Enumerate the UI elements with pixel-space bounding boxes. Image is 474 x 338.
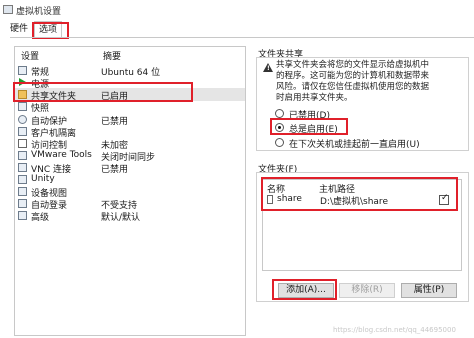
tab-hardware[interactable]: 硬件 [6, 21, 32, 37]
folder-properties-button[interactable]: 属性(P) [401, 283, 457, 298]
radio-disabled[interactable] [275, 109, 284, 118]
device-view-icon [18, 187, 27, 196]
warning-line: 共享文件夹会将您的文件显示给虚拟机中 [276, 60, 430, 70]
guest-isolation-icon [18, 127, 27, 136]
list-item-summary: 默认/默认 [101, 213, 141, 223]
list-item-name: 高级 [31, 213, 50, 223]
unity-icon [18, 175, 27, 184]
radio-until-poweroff-label[interactable]: 在下次关机或挂起前一直启用(U) [289, 137, 420, 150]
column-summary: 摘要 [103, 52, 122, 62]
window-title: 虚拟机设置 [16, 7, 62, 17]
radio-until-poweroff[interactable] [275, 138, 284, 147]
watermark: https://blog.csdn.net/qq_44695000 [333, 326, 456, 334]
autoprotect-icon [18, 115, 27, 124]
warning-line: 风险。请仅在您信任虚拟机使用您的数据 [276, 82, 430, 92]
tab-bar: 硬件 选项 [0, 21, 474, 38]
highlight-add-button [272, 279, 337, 300]
warning-line: 的程序。这可能为您的计算机和数据带来 [276, 71, 430, 81]
list-item-name: Unity [31, 174, 55, 184]
vmware-tools-icon [18, 151, 27, 160]
highlight-always-enabled [270, 118, 348, 135]
list-header: 设置 摘要 [15, 47, 245, 62]
warning-line: 时启用共享文件夹。 [276, 93, 353, 103]
title-bar: 虚拟机设置 [0, 0, 474, 20]
advanced-icon [18, 211, 27, 220]
app-icon [3, 5, 13, 14]
sharing-warning: 共享文件夹会将您的文件显示给虚拟机中 的程序。这可能为您的计算机和数据带来 风险… [276, 60, 466, 104]
list-item-name: VMware Tools [31, 150, 92, 160]
list-item-advanced[interactable]: 高级 默认/默认 [15, 209, 245, 223]
column-setting: 设置 [21, 52, 40, 62]
snapshot-icon [18, 102, 27, 111]
remove-folder-button[interactable]: 移除(R) [339, 283, 395, 298]
vnc-icon [18, 163, 27, 172]
warning-icon: ! [263, 63, 273, 72]
highlight-shared-folders [13, 82, 193, 102]
access-control-icon [18, 139, 27, 148]
highlight-folder-row [261, 177, 458, 211]
os-icon [18, 66, 27, 75]
autologin-icon [18, 199, 27, 208]
